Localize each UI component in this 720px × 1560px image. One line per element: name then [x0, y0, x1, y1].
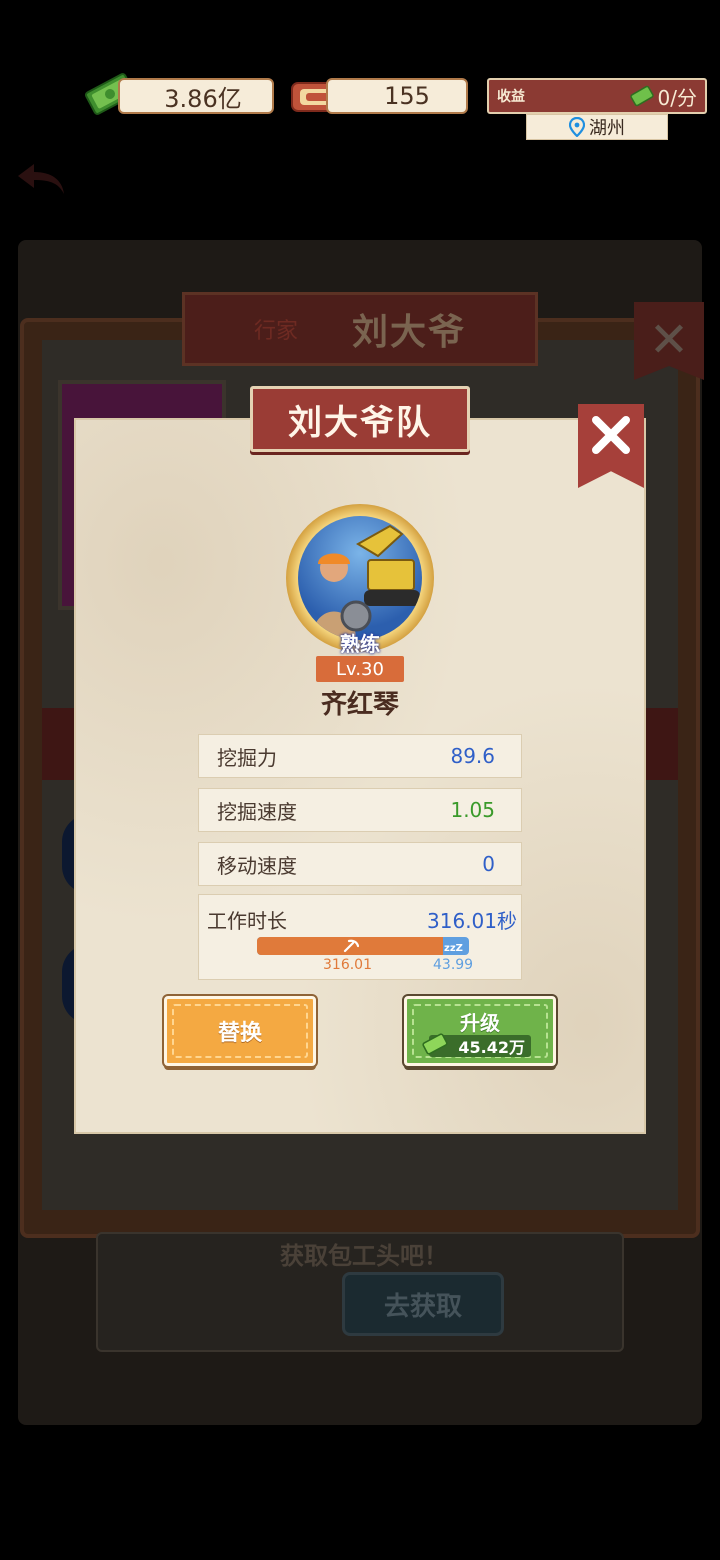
- replace-button[interactable]: 替换: [164, 996, 316, 1066]
- cash-small-icon: [629, 85, 654, 107]
- income-panel: 收益 0/分: [487, 78, 707, 114]
- work-rest-bar: [257, 937, 469, 955]
- cash-display: 3.86亿: [118, 78, 274, 114]
- cash-icon: [422, 1033, 448, 1055]
- stat-row-dig-power: 挖掘力 89.6: [198, 734, 522, 778]
- work-duration-label: 工作时长: [207, 909, 287, 933]
- stat-value: 1.05: [450, 798, 495, 822]
- work-duration-value: 316.01秒: [427, 909, 517, 933]
- income-label: 收益: [497, 89, 525, 105]
- income-rate-value: 0/分: [657, 85, 697, 110]
- ticket-count: 155: [384, 82, 430, 110]
- upgrade-button-label: 升级: [460, 1011, 500, 1035]
- stat-value: 0: [482, 852, 495, 876]
- location-button[interactable]: 湖州: [526, 114, 668, 140]
- ticket-display: 155: [326, 78, 468, 114]
- location-pin-icon: [569, 117, 585, 137]
- location-name: 湖州: [589, 118, 625, 139]
- level-badge: Lv.30: [316, 656, 404, 682]
- stat-label: 挖掘速度: [217, 799, 297, 824]
- pickaxe-icon: [343, 939, 359, 953]
- svg-text:zzZ: zzZ: [444, 943, 463, 953]
- close-icon: [592, 416, 630, 454]
- worker-name: 齐红琴: [320, 690, 399, 720]
- work-duration-panel: 工作时长 316.01秒 zzZ 316.01 43.99: [198, 894, 522, 980]
- stat-label: 移动速度: [217, 853, 297, 878]
- excavator-worker-icon: [312, 524, 420, 640]
- back-arrow-icon[interactable]: [12, 158, 72, 198]
- skill-level-label: 熟练: [340, 632, 380, 656]
- sleep-zzz-icon: zzZ: [444, 943, 463, 953]
- stat-row-move-speed: 移动速度 0: [198, 842, 522, 886]
- background-go-button: 去获取: [342, 1272, 504, 1336]
- background-hint: 获取包工头吧！: [280, 1242, 448, 1270]
- upgrade-button[interactable]: 升级 45.42万: [404, 996, 556, 1066]
- background-name: 刘大爷: [352, 312, 467, 353]
- background-tag: 行家: [253, 319, 298, 344]
- dialog-title: 刘大爷队: [250, 386, 470, 452]
- background-title-plate: 行家 刘大爷: [182, 292, 538, 366]
- stat-value: 89.6: [450, 744, 495, 768]
- worker-portrait: [298, 516, 422, 640]
- stat-label: 挖掘力: [217, 745, 277, 770]
- income-rate-group: 0/分: [629, 82, 697, 111]
- stat-row-dig-speed: 挖掘速度 1.05: [198, 788, 522, 832]
- work-rest-time: 43.99: [433, 957, 474, 973]
- replace-button-label: 替换: [217, 1021, 262, 1046]
- cash-amount: 3.86亿: [164, 84, 242, 113]
- work-active-time: 316.01: [323, 957, 372, 973]
